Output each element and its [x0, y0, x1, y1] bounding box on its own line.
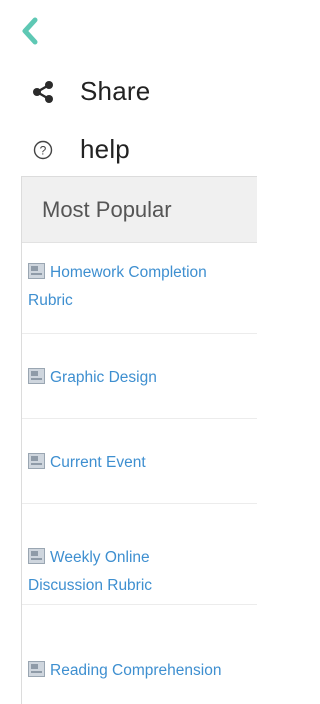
list-item[interactable]: Graphic Design — [22, 334, 257, 419]
rubric-link[interactable]: Weekly Online Discussion Rubric — [28, 544, 228, 600]
list-item[interactable]: Reading Comprehension — [22, 605, 257, 704]
share-button[interactable]: Share — [30, 76, 150, 107]
rubric-title: Graphic Design — [50, 369, 157, 386]
most-popular-panel: Most Popular Homework Completion Rubric … — [21, 176, 257, 704]
rubric-link[interactable]: Current Event — [28, 449, 228, 477]
help-button[interactable]: ? help — [30, 134, 130, 165]
rubric-thumbnail-icon — [28, 661, 45, 677]
list-item[interactable]: Homework Completion Rubric — [22, 243, 257, 334]
help-label: help — [80, 134, 130, 164]
question-circle-icon: ? — [30, 137, 56, 163]
rubric-link[interactable]: Homework Completion Rubric — [28, 259, 228, 315]
rubric-title: Reading Comprehension — [50, 662, 222, 679]
rubric-thumbnail-icon — [28, 263, 45, 279]
svg-text:?: ? — [40, 143, 47, 157]
back-button[interactable] — [20, 17, 40, 45]
list-item[interactable]: Weekly Online Discussion Rubric — [22, 504, 257, 605]
share-icon — [30, 79, 56, 105]
panel-title: Most Popular — [22, 177, 257, 243]
list-item[interactable]: Current Event — [22, 419, 257, 504]
rubric-title: Homework Completion Rubric — [28, 264, 207, 309]
sidebar-panel: Share ? help Most Popular Homework Compl… — [0, 0, 257, 704]
rubric-link[interactable]: Reading Comprehension — [28, 657, 228, 685]
rubric-title: Weekly Online Discussion Rubric — [28, 549, 153, 594]
rubric-thumbnail-icon — [28, 548, 45, 564]
rubric-title: Current Event — [50, 454, 146, 471]
rubric-thumbnail-icon — [28, 453, 45, 469]
rubric-thumbnail-icon — [28, 368, 45, 384]
share-label: Share — [80, 76, 151, 106]
rubric-link[interactable]: Graphic Design — [28, 364, 228, 392]
chevron-left-icon — [22, 17, 38, 45]
